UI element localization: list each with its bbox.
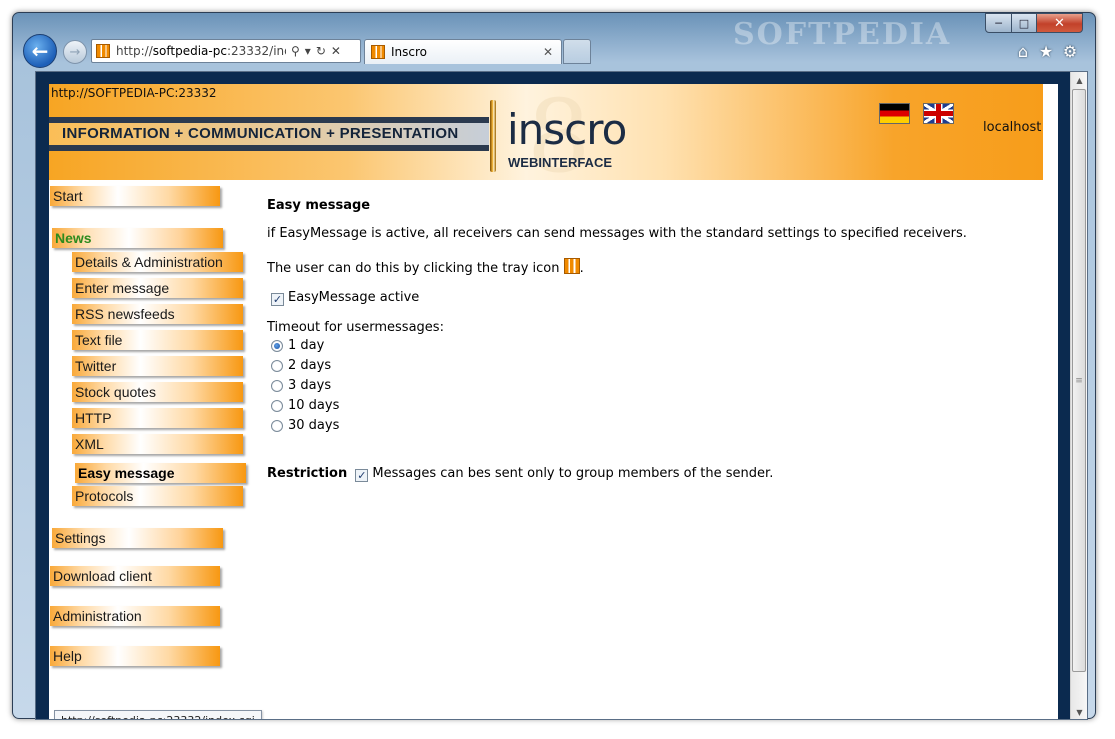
scroll-up-icon[interactable]: ▲ xyxy=(1071,72,1087,89)
logo-bar xyxy=(490,100,496,172)
radio-button[interactable] xyxy=(271,379,283,392)
page-title: Easy message xyxy=(267,198,371,213)
radio-button[interactable] xyxy=(271,339,283,352)
radio-button[interactable] xyxy=(271,359,283,372)
easymessage-active-row[interactable]: ✓ EasyMessage active xyxy=(271,290,419,306)
browser-window: SOFTPEDIA ─ □ ✕ ← → http://softpedia-pc:… xyxy=(12,12,1096,720)
address-bar[interactable]: http://softpedia-pc:23332/index. ⚲ ▾ ↻ ✕ xyxy=(91,39,361,63)
gear-icon[interactable]: ⚙ xyxy=(1060,41,1080,61)
dropdown-icon[interactable]: ▾ xyxy=(305,44,311,58)
timeout-option-label: 1 day xyxy=(288,338,325,353)
menu-enter-message[interactable]: Enter message xyxy=(72,278,243,298)
menu-text-file[interactable]: Text file xyxy=(72,330,243,350)
radio-button[interactable] xyxy=(271,419,283,432)
tray-icon xyxy=(563,258,580,274)
timeout-label: Timeout for usermessages: xyxy=(267,320,444,335)
timeout-option-1-day[interactable]: 1 day xyxy=(271,338,324,353)
refresh-icon[interactable]: ↻ xyxy=(316,44,326,58)
search-icon[interactable]: ⚲ xyxy=(291,44,300,58)
back-arrow-icon: ← xyxy=(31,39,49,63)
address-scheme: http:// xyxy=(116,44,153,58)
timeout-option-30-days[interactable]: 30 days xyxy=(271,418,339,433)
site-favicon-icon xyxy=(96,44,110,58)
easymessage-active-label: EasyMessage active xyxy=(288,290,420,305)
watermark: SOFTPEDIA xyxy=(733,17,952,52)
logo-wordmark: inscro xyxy=(507,105,627,154)
timeout-option-label: 30 days xyxy=(288,418,340,433)
minimize-button[interactable]: ─ xyxy=(985,13,1012,33)
site-url: http://SOFTPEDIA-PC:23332 xyxy=(51,86,217,100)
uk-flag-icon[interactable] xyxy=(923,103,954,124)
host-name: localhost xyxy=(983,120,1042,135)
home-icon[interactable]: ⌂ xyxy=(1013,41,1033,61)
tray-instruction-text: The user can do this by clicking the tra… xyxy=(267,261,560,276)
german-flag-icon[interactable] xyxy=(879,103,910,124)
menu-http[interactable]: HTTP xyxy=(72,408,243,428)
tray-instruction: The user can do this by clicking the tra… xyxy=(267,258,584,276)
tab-favicon-icon xyxy=(371,45,385,59)
page-viewport: http://SOFTPEDIA-PC:23332 INFORMATION + … xyxy=(35,71,1088,720)
vertical-scrollbar[interactable]: ▲ ≡ ▼ xyxy=(1070,72,1087,719)
menu-rss-newsfeeds[interactable]: RSS newsfeeds xyxy=(72,304,243,324)
tray-instruction-suffix: . xyxy=(579,261,584,276)
tab-close-icon[interactable]: ✕ xyxy=(543,45,553,59)
menu-easy-message[interactable]: Easy message xyxy=(75,463,246,483)
restriction-checkbox[interactable]: ✓ xyxy=(355,469,369,482)
stop-icon[interactable]: ✕ xyxy=(331,44,341,58)
menu-news[interactable]: News xyxy=(52,228,223,248)
forward-button[interactable]: → xyxy=(63,40,87,64)
new-tab-button[interactable] xyxy=(563,39,591,64)
back-button[interactable]: ← xyxy=(23,34,57,68)
address-value[interactable]: http://softpedia-pc:23332/index. xyxy=(116,44,286,58)
logo-subtitle: WEBINTERFACE xyxy=(508,155,612,170)
description-text: if EasyMessage is active, all receivers … xyxy=(267,226,967,241)
tab-inscro[interactable]: Inscro ✕ xyxy=(364,39,562,64)
address-host: softpedia-pc xyxy=(152,44,227,58)
forward-arrow-icon: → xyxy=(69,44,81,60)
menu-stock-quotes[interactable]: Stock quotes xyxy=(72,382,243,402)
menu-download-client[interactable]: Download client xyxy=(50,566,220,586)
banner: http://SOFTPEDIA-PC:23332 INFORMATION + … xyxy=(49,78,1043,195)
close-button[interactable]: ✕ xyxy=(1036,13,1083,33)
menu-protocols[interactable]: Protocols xyxy=(72,486,243,506)
menu-help[interactable]: Help xyxy=(50,646,220,666)
timeout-option-3-days[interactable]: 3 days xyxy=(271,378,331,393)
favorites-star-icon[interactable]: ★ xyxy=(1036,41,1056,61)
menu-start[interactable]: Start xyxy=(50,186,220,206)
timeout-option-2-days[interactable]: 2 days xyxy=(271,358,331,373)
address-rest: :23332/index. xyxy=(226,44,286,58)
maximize-button[interactable]: □ xyxy=(1011,13,1037,33)
tagline: INFORMATION + COMMUNICATION + PRESENTATI… xyxy=(62,125,459,142)
menu-details-administration[interactable]: Details & Administration xyxy=(72,252,243,272)
timeout-option-label: 2 days xyxy=(288,358,332,373)
scroll-thumb[interactable]: ≡ xyxy=(1072,89,1086,672)
restriction-label: Restriction xyxy=(267,466,348,481)
menu-settings[interactable]: Settings xyxy=(52,528,223,548)
menu-xml[interactable]: XML xyxy=(72,434,243,454)
timeout-option-label: 3 days xyxy=(288,378,332,393)
page-frame: http://SOFTPEDIA-PC:23332 INFORMATION + … xyxy=(36,72,1071,719)
status-url-tooltip: http://softpedia-pc:23332/index.cgi xyxy=(54,710,262,719)
timeout-option-10-days[interactable]: 10 days xyxy=(271,398,339,413)
timeout-option-label: 10 days xyxy=(288,398,340,413)
menu-administration[interactable]: Administration xyxy=(50,606,220,626)
easymessage-active-checkbox[interactable]: ✓ xyxy=(271,293,284,306)
menu-twitter[interactable]: Twitter xyxy=(72,356,243,376)
restriction-row: Restriction ✓ Messages can bes sent only … xyxy=(267,466,773,482)
restriction-text: Messages can bes sent only to group memb… xyxy=(372,466,774,481)
scroll-down-icon[interactable]: ▼ xyxy=(1071,704,1087,719)
tab-label: Inscro xyxy=(391,45,428,59)
radio-button[interactable] xyxy=(271,399,283,412)
